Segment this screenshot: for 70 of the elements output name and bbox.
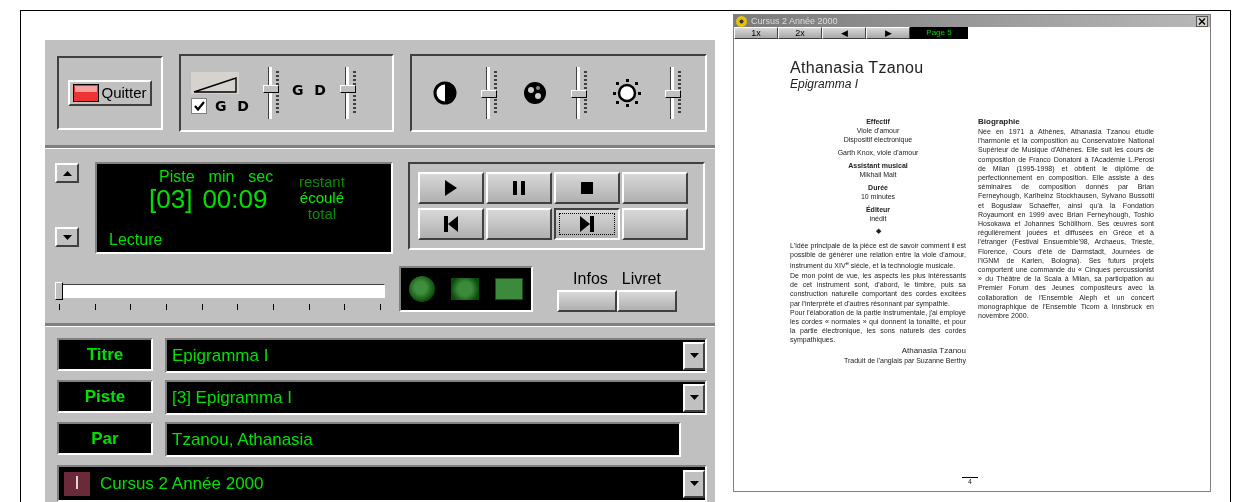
pause-icon <box>513 181 525 195</box>
brightness-icon <box>612 78 641 107</box>
vertical-slider[interactable] <box>569 64 590 121</box>
contrast-icon <box>433 80 458 105</box>
toolbar-button[interactable]: 1x <box>734 27 778 39</box>
dropdown-field[interactable]: [3] Epigramma I <box>165 380 707 415</box>
album-icon: I <box>64 471 90 496</box>
blank-button[interactable] <box>622 172 688 204</box>
time-readout: 00:09 <box>202 186 268 212</box>
time-mode-option[interactable]: restant <box>299 174 345 190</box>
display-label: sec <box>248 168 274 186</box>
field-label: Par <box>57 422 153 455</box>
disc-icon <box>736 15 747 27</box>
page-indicator: Page 5 <box>910 27 968 39</box>
dropdown-arrow-icon <box>689 481 699 486</box>
vertical-slider[interactable] <box>262 64 282 121</box>
down-arrow-icon <box>62 234 72 240</box>
close-icon[interactable] <box>1196 15 1208 27</box>
toolbar-button[interactable]: ▶ <box>866 27 910 39</box>
time-mode-option[interactable]: écoulé <box>299 190 345 206</box>
panel-button[interactable] <box>557 290 617 312</box>
medium-view-button[interactable] <box>451 278 479 300</box>
stop-icon <box>581 182 593 194</box>
volume-ramp-icon <box>191 71 239 94</box>
blank-button[interactable] <box>486 208 552 240</box>
dropdown-field[interactable]: Epigramma I <box>165 338 707 373</box>
previous-button[interactable] <box>418 208 484 240</box>
check-icon <box>193 100 205 111</box>
panel-button[interactable] <box>617 290 677 312</box>
album-dropdown[interactable]: I Cursus 2 Année 2000 <box>57 465 707 502</box>
status-text: Lecture <box>109 231 163 249</box>
color-wheel-icon <box>523 80 548 105</box>
field-label: Titre <box>57 338 153 371</box>
text-field[interactable]: Tzanou, Athanasia <box>165 422 681 457</box>
toolbar-button[interactable]: 2x <box>778 27 822 39</box>
document-heading: Athanasia Tzanou <box>790 59 925 77</box>
field-label: Piste <box>57 380 153 413</box>
document-subtitle: Epigramma I <box>790 77 860 91</box>
checkbox[interactable] <box>191 97 207 114</box>
scroll-down-button[interactable] <box>55 227 79 247</box>
swatch-icon <box>73 83 100 102</box>
quit-button[interactable]: Quitter <box>68 79 152 106</box>
signature: Athanasia Tzanou <box>900 345 966 355</box>
display-label: min <box>208 168 235 186</box>
skip-back-icon <box>444 216 458 232</box>
button-label: Infos <box>573 270 608 288</box>
time-mode-option[interactable]: total <box>307 206 337 222</box>
toolbar-button[interactable]: ◀ <box>822 27 866 39</box>
display-label: Piste <box>159 168 195 186</box>
small-view-button[interactable] <box>409 276 435 302</box>
section-heading: Biographie <box>978 117 1021 126</box>
skip-forward-icon <box>580 216 594 232</box>
channel-label: G D <box>292 81 329 98</box>
play-button[interactable] <box>418 172 484 204</box>
dropdown-arrow-icon <box>689 395 699 400</box>
vertical-slider[interactable] <box>663 64 684 121</box>
dropdown-arrow-icon <box>689 353 699 358</box>
vertical-slider[interactable] <box>339 64 359 121</box>
play-icon <box>445 180 457 196</box>
position-slider[interactable] <box>55 280 385 312</box>
stop-button[interactable] <box>554 172 620 204</box>
window-title: Cursus 2 Année 2000 <box>751 16 839 26</box>
scroll-up-button[interactable] <box>55 163 79 183</box>
pause-button[interactable] <box>486 172 552 204</box>
track-number: [03] <box>149 186 193 212</box>
channel-label: G D <box>215 97 252 114</box>
button-label: Livret <box>621 270 661 288</box>
up-arrow-icon <box>62 170 72 176</box>
blank-button[interactable] <box>622 208 688 240</box>
next-button[interactable] <box>554 208 620 240</box>
